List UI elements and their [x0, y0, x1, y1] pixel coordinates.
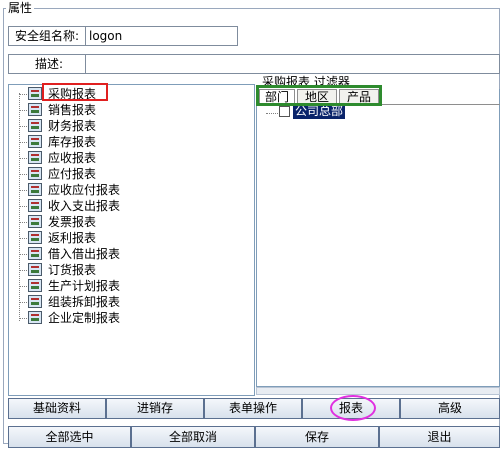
tree-item-label: 财务报表	[48, 119, 97, 133]
report-icon	[28, 167, 42, 180]
tree-item-invoice-report[interactable]: 发票报表	[19, 214, 169, 230]
company-hq-checkbox[interactable]	[279, 106, 290, 117]
tree-connector	[19, 302, 27, 303]
basic-data-button[interactable]: 基础资料	[8, 398, 106, 419]
report-icon	[28, 103, 42, 116]
tree-connector	[19, 206, 27, 207]
tree-item-receivable-payable-report[interactable]: 应收应付报表	[19, 182, 169, 198]
tree-connector	[19, 174, 27, 175]
tree-item-label: 返利报表	[48, 231, 97, 245]
tree-connector	[19, 222, 27, 223]
tree-connector	[19, 270, 27, 271]
report-icon	[28, 119, 42, 132]
tree-connector	[19, 158, 27, 159]
report-icon	[28, 87, 42, 100]
report-icon	[28, 151, 42, 164]
tree-item-label: 订货报表	[48, 263, 97, 277]
tree-connector	[19, 110, 27, 111]
advanced-button[interactable]: 高级	[400, 398, 500, 419]
tree-item-label: 收入支出报表	[48, 199, 121, 213]
filter-scrollbar[interactable]	[256, 387, 500, 395]
tree-item-label: 发票报表	[48, 215, 97, 229]
tree-item-finance-report[interactable]: 财务报表	[19, 118, 169, 134]
tree-connector	[19, 126, 27, 127]
security-group-label: 安全组名称:	[8, 26, 86, 46]
tree-item-custom-report[interactable]: 企业定制报表	[19, 310, 169, 326]
report-icon	[28, 295, 42, 308]
report-icon	[28, 279, 42, 292]
exit-button[interactable]: 退出	[379, 426, 500, 448]
tree-item-production-plan-report[interactable]: 生产计划报表	[19, 278, 169, 294]
purchase-sales-inventory-button[interactable]: 进销存	[106, 398, 204, 419]
report-icon	[28, 311, 42, 324]
tree-item-label: 生产计划报表	[48, 279, 121, 293]
save-button[interactable]: 保存	[255, 426, 379, 448]
tree-connector	[19, 190, 27, 191]
tree-item-label: 企业定制报表	[48, 311, 121, 325]
report-icon	[28, 183, 42, 196]
tree-item-label: 库存报表	[48, 135, 97, 149]
tree-connector	[19, 238, 27, 239]
tree-connector	[19, 254, 27, 255]
tree-item-assembly-report[interactable]: 组装拆卸报表	[19, 294, 169, 310]
tree-item-payable-report[interactable]: 应付报表	[19, 166, 169, 182]
highlight-box-green	[256, 85, 382, 106]
tree-item-label: 应收应付报表	[48, 183, 121, 197]
report-icon	[28, 263, 42, 276]
company-hq-node[interactable]: 公司总部	[293, 104, 346, 119]
description-label: 描述:	[8, 54, 86, 74]
tree-item-label: 应付报表	[48, 167, 97, 181]
tree-connector	[19, 142, 27, 143]
tree-item-label: 销售报表	[48, 103, 97, 117]
deselect-all-button[interactable]: 全部取消	[131, 426, 255, 448]
tree-item-label: 应收报表	[48, 151, 97, 165]
report-icon	[28, 247, 42, 260]
tree-item-receivable-report[interactable]: 应收报表	[19, 150, 169, 166]
select-all-button[interactable]: 全部选中	[8, 426, 131, 448]
filter-panel	[256, 89, 500, 387]
tree-connector	[19, 94, 27, 95]
tree-item-order-report[interactable]: 订货报表	[19, 262, 169, 278]
report-icon	[28, 135, 42, 148]
tree-item-rebate-report[interactable]: 返利报表	[19, 230, 169, 246]
highlight-box-red	[42, 83, 108, 101]
tree-item-sales-report[interactable]: 销售报表	[19, 102, 169, 118]
tree-item-borrow-lend-report[interactable]: 借入借出报表	[19, 246, 169, 262]
report-icon	[28, 199, 42, 212]
tree-item-label: 借入借出报表	[48, 247, 121, 261]
tree-item-inventory-report[interactable]: 库存报表	[19, 134, 169, 150]
report-icon	[28, 215, 42, 228]
tree-connector	[19, 286, 27, 287]
highlight-ellipse-pink	[330, 395, 376, 421]
description-input[interactable]	[85, 54, 500, 74]
report-icon	[28, 231, 42, 244]
security-group-name-input[interactable]: logon	[85, 26, 238, 46]
form-operations-button[interactable]: 表单操作	[204, 398, 302, 419]
tree-item-label: 组装拆卸报表	[48, 295, 121, 309]
filter-tree-connector	[266, 113, 278, 114]
group-title: 属性	[6, 0, 35, 16]
tree-item-income-expense-report[interactable]: 收入支出报表	[19, 198, 169, 214]
tree-connector	[19, 318, 27, 319]
